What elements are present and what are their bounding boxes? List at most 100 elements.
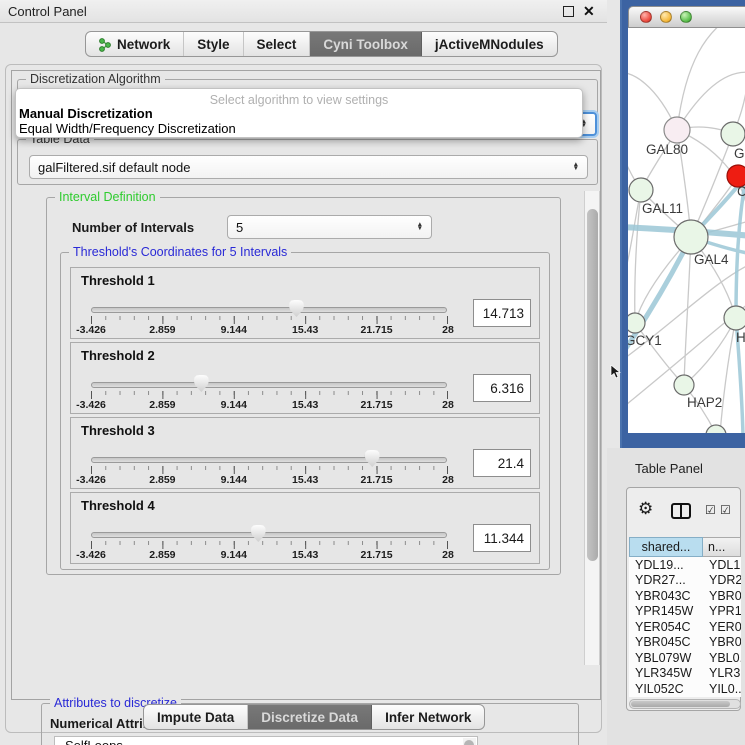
tab-impute-data[interactable]: Impute Data <box>144 705 248 729</box>
cell: YBR045C <box>629 635 703 649</box>
network-nodes[interactable] <box>628 117 745 433</box>
threshold-2-slider-track[interactable] <box>91 382 447 388</box>
attributes-list-scrollbar[interactable] <box>463 738 476 745</box>
checkbox-icon[interactable]: ☑ <box>720 503 731 517</box>
scale-label: 15.43 <box>292 549 318 561</box>
table-body: YDL19...YDL1... YDR27...YDR2... YBR043CY… <box>629 557 741 697</box>
dropdown-item-equal-width-frequency[interactable]: Equal Width/Frequency Discretization <box>16 121 582 136</box>
network-icon <box>99 37 112 52</box>
tab-impute-data-label: Impute Data <box>157 710 234 725</box>
threshold-3-label: Threshold 3 <box>81 423 155 438</box>
table-row[interactable]: YBR045CYBR0... <box>629 635 741 651</box>
table-row[interactable]: YDR27...YDR2... <box>629 573 741 589</box>
scale-label: 9.144 <box>221 474 247 486</box>
table-row[interactable]: YIL052CYIL0... <box>629 681 741 697</box>
table-row[interactable]: YPR145WYPR1... <box>629 604 741 620</box>
threshold-3-slider-track[interactable] <box>91 457 447 463</box>
scale-label: 21.715 <box>361 399 393 411</box>
threshold-1-slider-thumb[interactable] <box>289 300 304 317</box>
threshold-1-value-field[interactable]: 14.713 <box>473 299 531 327</box>
tab-discretize-data[interactable]: Discretize Data <box>248 705 372 729</box>
table-data-combobox-value: galFiltered.sif default node <box>38 160 190 175</box>
node-label-partial-g: G <box>734 146 745 161</box>
threshold-1-slider-track[interactable] <box>91 307 447 313</box>
threshold-3-value-field[interactable]: 21.4 <box>473 449 531 477</box>
node-gal80[interactable] <box>664 117 690 143</box>
dropdown-item-manual-discretization[interactable]: Manual Discretization <box>16 106 582 121</box>
cell: YDL1... <box>703 558 741 572</box>
number-of-intervals-label: Number of Intervals <box>72 220 194 235</box>
scale-label: 28 <box>442 324 454 336</box>
scrollbar-thumb[interactable] <box>587 209 598 561</box>
scale-label: 28 <box>442 474 454 486</box>
control-panel-window: Control Panel ✕ Network Style Select Cyn… <box>0 0 607 745</box>
node-bottom-cut[interactable] <box>706 425 726 433</box>
scale-label: 9.144 <box>221 324 247 336</box>
scrollbar-thumb[interactable] <box>464 740 474 745</box>
node-gal11[interactable] <box>629 178 653 202</box>
algorithm-dropdown-popup: Select algorithm to view settings Manual… <box>15 88 583 138</box>
tab-style[interactable]: Style <box>184 32 243 56</box>
table-row[interactable]: YDL19...YDL1... <box>629 557 741 573</box>
threshold-4-slider-thumb[interactable] <box>251 525 266 542</box>
tab-infer-network[interactable]: Infer Network <box>372 705 484 729</box>
tab-select[interactable]: Select <box>244 32 311 56</box>
settings-pane-scrollbar[interactable] <box>584 191 600 665</box>
tab-discretize-data-label: Discretize Data <box>261 710 358 725</box>
columns-icon[interactable] <box>671 503 691 519</box>
scale-label: 15.43 <box>292 324 318 336</box>
close-icon[interactable]: ✕ <box>583 3 595 20</box>
threshold-4-slider-track[interactable] <box>91 532 447 538</box>
threshold-2-slider-thumb[interactable] <box>194 375 209 392</box>
checkbox-icon[interactable]: ☑ <box>705 503 716 517</box>
node-partial-h[interactable] <box>724 306 745 330</box>
tab-network[interactable]: Network <box>86 32 184 56</box>
table-row[interactable]: YER054CYER0... <box>629 619 741 635</box>
discretization-algorithm-group-title: Discretization Algorithm <box>26 72 165 86</box>
scale-label: 9.144 <box>221 549 247 561</box>
scale-label: 9.144 <box>221 399 247 411</box>
cell: YPR1... <box>703 604 741 618</box>
gear-icon[interactable]: ⚙ <box>638 499 653 519</box>
column-header-name[interactable]: n... <box>703 537 741 557</box>
table-row[interactable]: YBR043CYBR0... <box>629 588 741 604</box>
scrollbar-thumb[interactable] <box>631 701 730 707</box>
scale-label: -3.426 <box>76 324 106 336</box>
thresholds-group-title: Threshold's Coordinates for 5 Intervals <box>69 245 291 259</box>
float-window-icon[interactable] <box>563 6 574 17</box>
table-data-combobox[interactable]: galFiltered.sif default node ▲▼ <box>29 155 588 179</box>
cell: YLR3... <box>703 666 741 680</box>
threshold-3-slider-thumb[interactable] <box>365 450 380 467</box>
tab-cyni-toolbox[interactable]: Cyni Toolbox <box>310 32 422 56</box>
node-label-gal11: GAL11 <box>642 201 683 216</box>
number-of-intervals-combobox[interactable]: 5 ▲▼ <box>227 215 432 239</box>
table-row[interactable]: YLR345WYLR3... <box>629 666 741 682</box>
number-of-intervals-value: 5 <box>236 220 243 235</box>
list-item-selfloops[interactable]: SelfLoops <box>55 737 477 745</box>
column-header-shared-name[interactable]: shared... <box>629 537 703 557</box>
threshold-2-value-field[interactable]: 6.316 <box>473 374 531 402</box>
cell: YBL0... <box>703 651 741 665</box>
table-row[interactable]: YBL079WYBL0... <box>629 650 741 666</box>
minimize-traffic-light-icon[interactable] <box>660 11 672 23</box>
node-gcy1[interactable] <box>628 313 645 333</box>
node-hap2[interactable] <box>674 375 694 395</box>
tab-jactivemnodules[interactable]: jActiveMNodules <box>422 32 557 56</box>
table-horizontal-scrollbar[interactable] <box>629 699 741 709</box>
tab-infer-network-label: Infer Network <box>385 710 471 725</box>
network-canvas[interactable]: GAL80 G C GAL11 GAL4 GCY1 H HAP2 <box>628 28 745 433</box>
node-gal4[interactable] <box>674 220 708 254</box>
network-window-titlebar[interactable] <box>628 6 745 28</box>
cell: YDR27... <box>629 573 703 587</box>
node-partial-g[interactable] <box>721 122 745 146</box>
cell: YER0... <box>703 620 741 634</box>
slider-major-ticks <box>91 541 448 549</box>
cell: YDR2... <box>703 573 741 587</box>
scale-label: -3.426 <box>76 474 106 486</box>
threshold-4-value-field[interactable]: 11.344 <box>473 524 531 552</box>
numerical-attributes-list: SelfLoops TopologicalCoefficient Between… <box>54 736 478 745</box>
threshold-3-panel: Threshold 3 -3.426 2.859 9.144 15.43 21.… <box>70 417 540 489</box>
close-traffic-light-icon[interactable] <box>640 11 652 23</box>
threshold-4-panel: Threshold 4 -3.426 2.859 9.144 15.43 21.… <box>70 492 540 564</box>
zoom-traffic-light-icon[interactable] <box>680 11 692 23</box>
